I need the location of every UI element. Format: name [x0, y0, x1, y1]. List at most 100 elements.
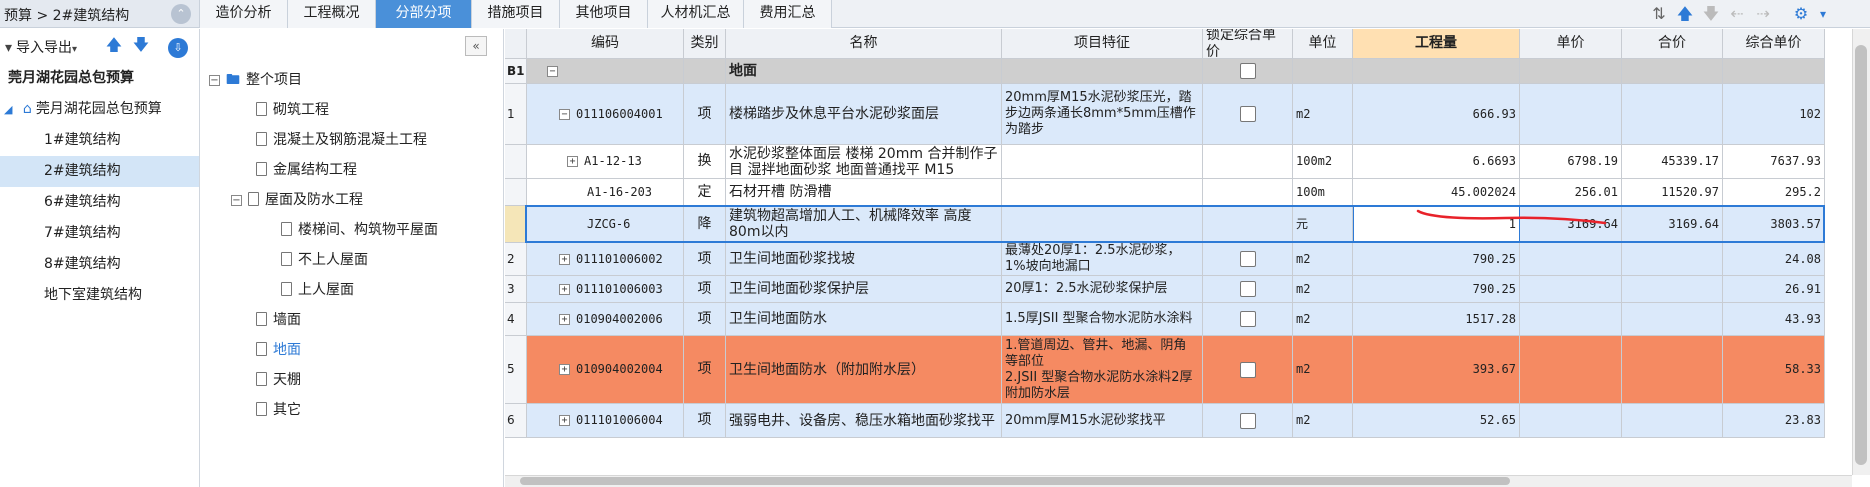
cell-feature[interactable] — [1002, 59, 1203, 84]
cell-qty[interactable] — [1353, 59, 1520, 84]
cell-name[interactable]: 建筑物超高增加人工、机械降效率 高度80m以内 — [726, 206, 1002, 243]
cell-feature[interactable] — [1002, 145, 1203, 179]
cell-qty[interactable]: 52.65 — [1353, 404, 1520, 438]
cell-qty[interactable]: 6.6693 — [1353, 145, 1520, 179]
arrow-right-icon[interactable]: ⇢ — [1752, 3, 1774, 25]
tab-other-items[interactable]: 其他项目 — [560, 0, 648, 28]
section-item-roof-waterproof[interactable]: − 屋面及防水工程 — [231, 187, 363, 213]
section-item-floor[interactable]: 地面 — [256, 337, 301, 363]
cell-feature[interactable]: 20mm厚M15水泥砂浆压光，踏步边两条通长8mm*5mm压槽作为踏步 — [1002, 84, 1203, 145]
cell-cat[interactable]: 项 — [684, 303, 726, 336]
cell-unit[interactable] — [1293, 59, 1353, 84]
cell-total[interactable] — [1622, 59, 1723, 84]
tree-item-building-8[interactable]: 8#建筑结构 — [0, 249, 199, 280]
cell-cat[interactable]: 项 — [684, 84, 726, 145]
lock-price-checkbox[interactable] — [1239, 63, 1256, 79]
header-total[interactable]: 合价 — [1622, 29, 1723, 59]
cell-code[interactable]: − — [527, 59, 684, 84]
cell-price[interactable]: 3169.64 — [1520, 206, 1622, 243]
section-item-metal[interactable]: 金属结构工程 — [256, 157, 357, 183]
move-up-icon[interactable]: 🡅 — [1674, 3, 1696, 25]
arrow-left-icon[interactable]: ⇠ — [1726, 3, 1748, 25]
lock-price-checkbox[interactable] — [1239, 106, 1256, 122]
cell-lock[interactable] — [1203, 336, 1293, 404]
cell-total[interactable] — [1622, 243, 1723, 276]
cell-qty[interactable]: 790.25 — [1353, 276, 1520, 303]
cell-cat[interactable]: 项 — [684, 243, 726, 276]
cell-comp[interactable]: 102 — [1723, 84, 1825, 145]
header-composite-price[interactable]: 综合单价 — [1723, 29, 1825, 59]
cell-lock[interactable] — [1203, 59, 1293, 84]
cell-code[interactable]: + A1-12-13 — [527, 145, 684, 179]
cell-unit[interactable]: m2 — [1293, 336, 1353, 404]
header-code[interactable]: 编码 — [527, 29, 684, 59]
expand-icon[interactable]: + — [559, 253, 570, 265]
collapse-icon[interactable]: − — [559, 108, 570, 120]
download-circle-icon[interactable]: ⇩ — [168, 38, 188, 58]
header-category[interactable]: 类别 — [684, 29, 726, 59]
lock-price-checkbox[interactable] — [1239, 281, 1256, 297]
section-item-whole-project[interactable]: − 🖿 整个项目 — [209, 67, 302, 93]
cell-comp[interactable]: 23.83 — [1723, 404, 1825, 438]
header-feature[interactable]: 项目特征 — [1002, 29, 1203, 59]
settings-icon[interactable]: ⚙ — [1790, 3, 1812, 25]
move-up-icon[interactable]: 🡅 — [104, 35, 124, 55]
tab-sub-items[interactable]: 分部分项 — [376, 0, 472, 28]
cell-price[interactable] — [1520, 84, 1622, 145]
cell-lock[interactable] — [1203, 243, 1293, 276]
cell-qty[interactable]: 45.002024 — [1353, 179, 1520, 206]
tab-measures[interactable]: 措施项目 — [472, 0, 560, 28]
cell-unit[interactable]: 100m2 — [1293, 145, 1353, 179]
cell-code[interactable]: JZCG-6 — [527, 206, 684, 243]
expand-icon[interactable]: + — [559, 283, 570, 295]
tab-project-overview[interactable]: 工程概况 — [288, 0, 376, 28]
vertical-scroll-thumb[interactable] — [1855, 45, 1867, 465]
tree-item-building-6[interactable]: 6#建筑结构 — [0, 187, 199, 218]
cell-code[interactable]: +010904002004 — [527, 336, 684, 404]
collapse-icon[interactable]: − — [209, 75, 220, 86]
section-item-wall[interactable]: 墙面 — [256, 307, 301, 333]
collapse-icon[interactable]: − — [231, 195, 242, 206]
cell-unit[interactable]: 100m — [1293, 179, 1353, 206]
cell-comp[interactable]: 295.2 — [1723, 179, 1825, 206]
expand-icon[interactable]: + — [559, 415, 570, 426]
cell-name[interactable]: 地面 — [726, 59, 1002, 84]
cell-name[interactable]: 楼梯踏步及休息平台水泥砂浆面层 — [726, 84, 1002, 145]
cell-unit[interactable]: 元 — [1293, 206, 1353, 243]
cell-comp[interactable] — [1723, 59, 1825, 84]
tab-labor-material-summary[interactable]: 人材机汇总 — [648, 0, 744, 28]
cell-price[interactable] — [1520, 243, 1622, 276]
cell-feature[interactable]: 1.5厚JSII 型聚合物水泥防水涂料 — [1002, 303, 1203, 336]
cell-total[interactable] — [1622, 84, 1723, 145]
section-item-stair-flat-roof[interactable]: 楼梯间、构筑物平屋面 — [281, 217, 438, 243]
cell-code[interactable]: A1-16-203 — [527, 179, 684, 206]
cell-unit[interactable]: m2 — [1293, 243, 1353, 276]
move-down-icon[interactable]: 🡇 — [131, 35, 151, 55]
cell-price[interactable] — [1520, 303, 1622, 336]
cell-code[interactable]: +011101006004 — [527, 404, 684, 438]
cell-lock[interactable] — [1203, 145, 1293, 179]
sort-icon[interactable]: ⇅ — [1648, 3, 1670, 25]
expand-icon[interactable]: + — [559, 364, 570, 375]
lock-price-checkbox[interactable] — [1239, 361, 1256, 378]
cell-cat[interactable]: 项 — [684, 404, 726, 438]
tab-cost-analysis[interactable]: 造价分析 — [200, 0, 288, 28]
cell-cat[interactable]: 项 — [684, 276, 726, 303]
cell-name[interactable]: 卫生间地面防水 — [726, 303, 1002, 336]
cell-price[interactable] — [1520, 336, 1622, 404]
cell-unit[interactable]: m2 — [1293, 276, 1353, 303]
cell-price[interactable]: 6798.19 — [1520, 145, 1622, 179]
cell-lock[interactable] — [1203, 303, 1293, 336]
cell-feature[interactable] — [1002, 179, 1203, 206]
cell-lock[interactable] — [1203, 404, 1293, 438]
cell-cat[interactable]: 项 — [684, 336, 726, 404]
expand-caret-icon[interactable]: ◢ — [4, 103, 12, 116]
tab-fee-summary[interactable]: 费用汇总 — [744, 0, 832, 28]
cell-lock[interactable] — [1203, 206, 1293, 243]
cell-lock[interactable] — [1203, 276, 1293, 303]
cell-total[interactable]: 3169.64 — [1622, 206, 1723, 243]
cell-unit[interactable]: m2 — [1293, 404, 1353, 438]
cell-comp[interactable]: 24.08 — [1723, 243, 1825, 276]
cell-feature[interactable] — [1002, 206, 1203, 243]
header-unit-price[interactable]: 单价 — [1520, 29, 1622, 59]
